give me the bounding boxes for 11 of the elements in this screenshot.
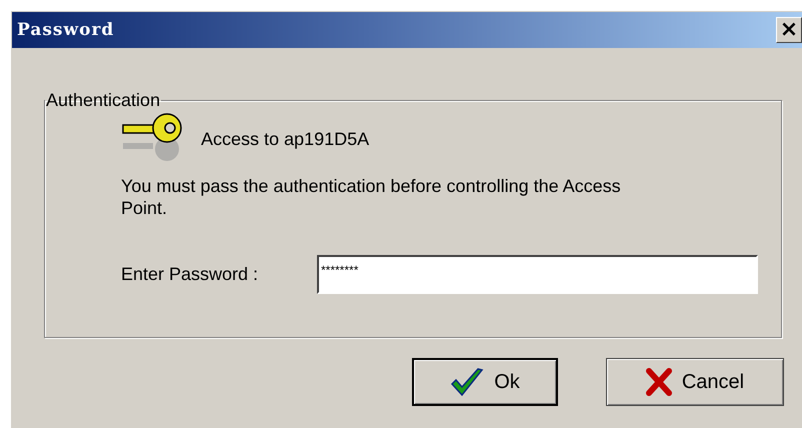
- checkmark-icon: [450, 367, 484, 397]
- window-title: Password: [17, 20, 114, 40]
- close-button[interactable]: ×: [776, 17, 802, 43]
- access-heading: Access to ap191D5A: [201, 128, 370, 150]
- auth-message: You must pass the authentication before controlling the Access Point.: [121, 175, 622, 219]
- close-icon: [646, 368, 672, 396]
- ok-button[interactable]: Ok: [412, 358, 558, 406]
- password-label: Enter Password :: [121, 264, 260, 285]
- cancel-button[interactable]: Cancel: [606, 358, 784, 406]
- password-field[interactable]: ********: [317, 255, 758, 294]
- group-title: Authentication: [45, 90, 162, 111]
